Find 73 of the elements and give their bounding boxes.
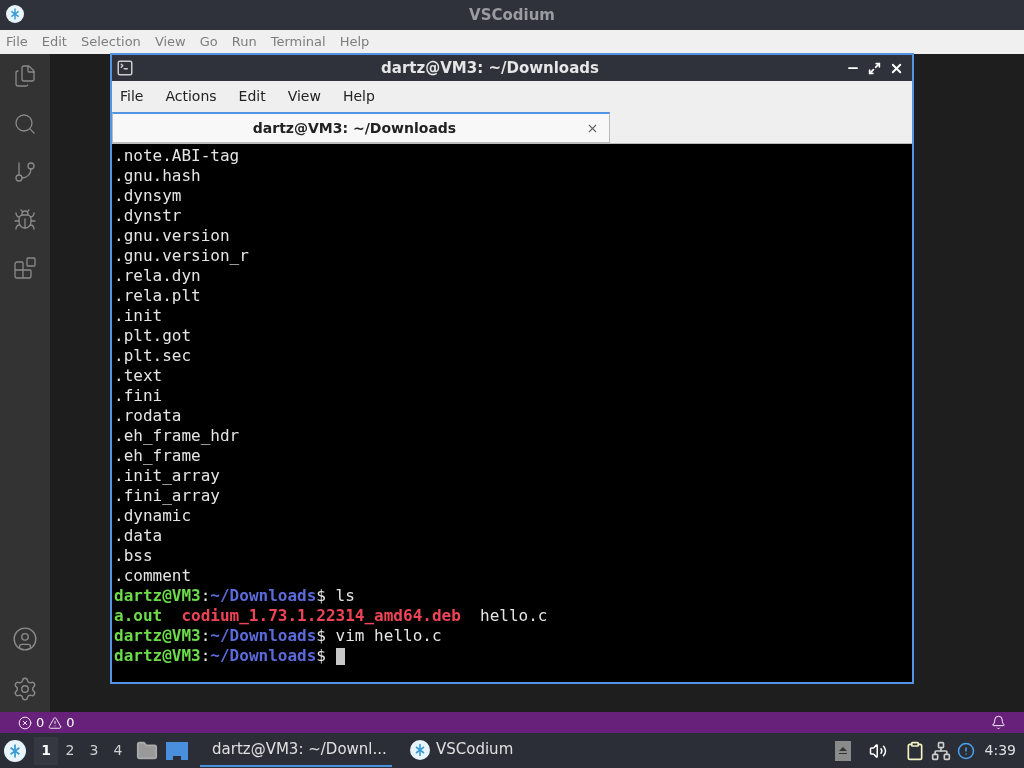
terminal-line: .dynsym (114, 186, 183, 206)
run-debug-icon[interactable] (13, 208, 37, 232)
terminal-line: .plt.got (114, 326, 193, 346)
terminal-line: .rela.dyn (114, 266, 202, 286)
menu-item[interactable]: File (6, 32, 28, 52)
eject-icon[interactable] (834, 740, 851, 761)
workspace-button[interactable]: 4 (106, 736, 130, 765)
warning-count[interactable]: 0 (66, 712, 75, 733)
terminal-icon (116, 59, 134, 77)
taskbar-task[interactable]: VSCodium (404, 734, 520, 767)
terminal-line: .fini_array (114, 486, 221, 506)
terminal-line: a.out codium_1.73.1.22314_amd64.deb hello.c (114, 606, 549, 626)
menu-item[interactable]: Run (231, 32, 257, 52)
terminal-line: .bss (114, 546, 154, 566)
source-control-icon[interactable] (13, 160, 37, 184)
terminal-line: dartz@VM3:~/Downloads$ vim hello.c (114, 626, 443, 646)
menu-item[interactable]: Help (342, 85, 375, 107)
menu-item[interactable]: File (120, 85, 144, 107)
file-manager-icon[interactable] (136, 739, 158, 762)
terminal-line: .dynstr (114, 206, 183, 226)
workspace-button[interactable]: 1 (34, 736, 58, 765)
maximize-icon[interactable] (868, 61, 881, 75)
terminal-line: .dynamic (114, 506, 193, 526)
menu-item[interactable]: Selection (80, 32, 141, 52)
terminal-line: dartz@VM3:~/Downloads$ ls (114, 586, 356, 606)
terminal-line: .init_array (114, 466, 221, 486)
extensions-icon[interactable] (13, 256, 37, 280)
terminal-line: .gnu.version (114, 226, 231, 246)
menu-item[interactable]: View (287, 85, 321, 107)
files-icon[interactable] (13, 64, 37, 88)
terminal-line: .data (114, 526, 164, 546)
logo-icon (410, 739, 430, 760)
error-icon (18, 715, 32, 730)
cursor (335, 648, 345, 665)
workspace-button[interactable]: 2 (58, 736, 82, 765)
terminal-line: .init (114, 306, 164, 326)
terminal-line: .rela.plt (114, 286, 202, 306)
terminal-line: .rodata (114, 406, 183, 426)
network-icon[interactable] (930, 740, 951, 761)
alert-icon[interactable] (956, 741, 975, 760)
notification-icon[interactable] (991, 715, 1006, 730)
taskbar-task[interactable]: dartz@VM3: ~/Downl... (200, 734, 392, 767)
terminal-line: .note.ABI-tag (114, 146, 241, 166)
terminal-line: .comment (114, 566, 193, 586)
window-title: dartz@VM3: ~/Downloads (381, 58, 599, 77)
terminal-line: .eh_frame_hdr (114, 426, 241, 446)
menu-item[interactable]: Help (339, 32, 370, 52)
terminal-line: .text (114, 366, 164, 386)
menu-item[interactable]: Edit (41, 32, 67, 52)
clock[interactable]: 4:39 (984, 740, 1016, 761)
terminal-line: .gnu.version_r (114, 246, 250, 266)
search-icon[interactable] (13, 112, 37, 136)
error-count[interactable]: 0 (36, 712, 45, 733)
terminal-line: .plt.sec (114, 346, 193, 366)
volume-icon[interactable] (868, 741, 887, 760)
terminal-line: dartz@VM3:~/Downloads$ (114, 646, 910, 666)
desktop-icon[interactable] (166, 741, 188, 760)
terminal-line: .fini (114, 386, 164, 406)
terminal-tab[interactable]: dartz@VM3: ~/Downloads (112, 112, 610, 143)
menu-item[interactable]: Terminal (270, 32, 326, 52)
logo-icon (4, 739, 26, 762)
terminal-line: .eh_frame (114, 446, 202, 466)
window-title: VSCodium (469, 5, 555, 24)
menu-item[interactable]: Edit (238, 85, 266, 107)
warning-icon (48, 715, 63, 730)
terminal-line: .gnu.hash (114, 166, 202, 186)
menu-item[interactable]: Actions (165, 85, 217, 107)
menu-item[interactable]: View (154, 32, 186, 52)
logo-icon (6, 5, 24, 23)
settings-icon[interactable] (12, 676, 38, 702)
menu-item[interactable]: Go (199, 32, 218, 52)
workspace-button[interactable]: 3 (82, 736, 106, 765)
account-icon[interactable] (12, 626, 38, 652)
